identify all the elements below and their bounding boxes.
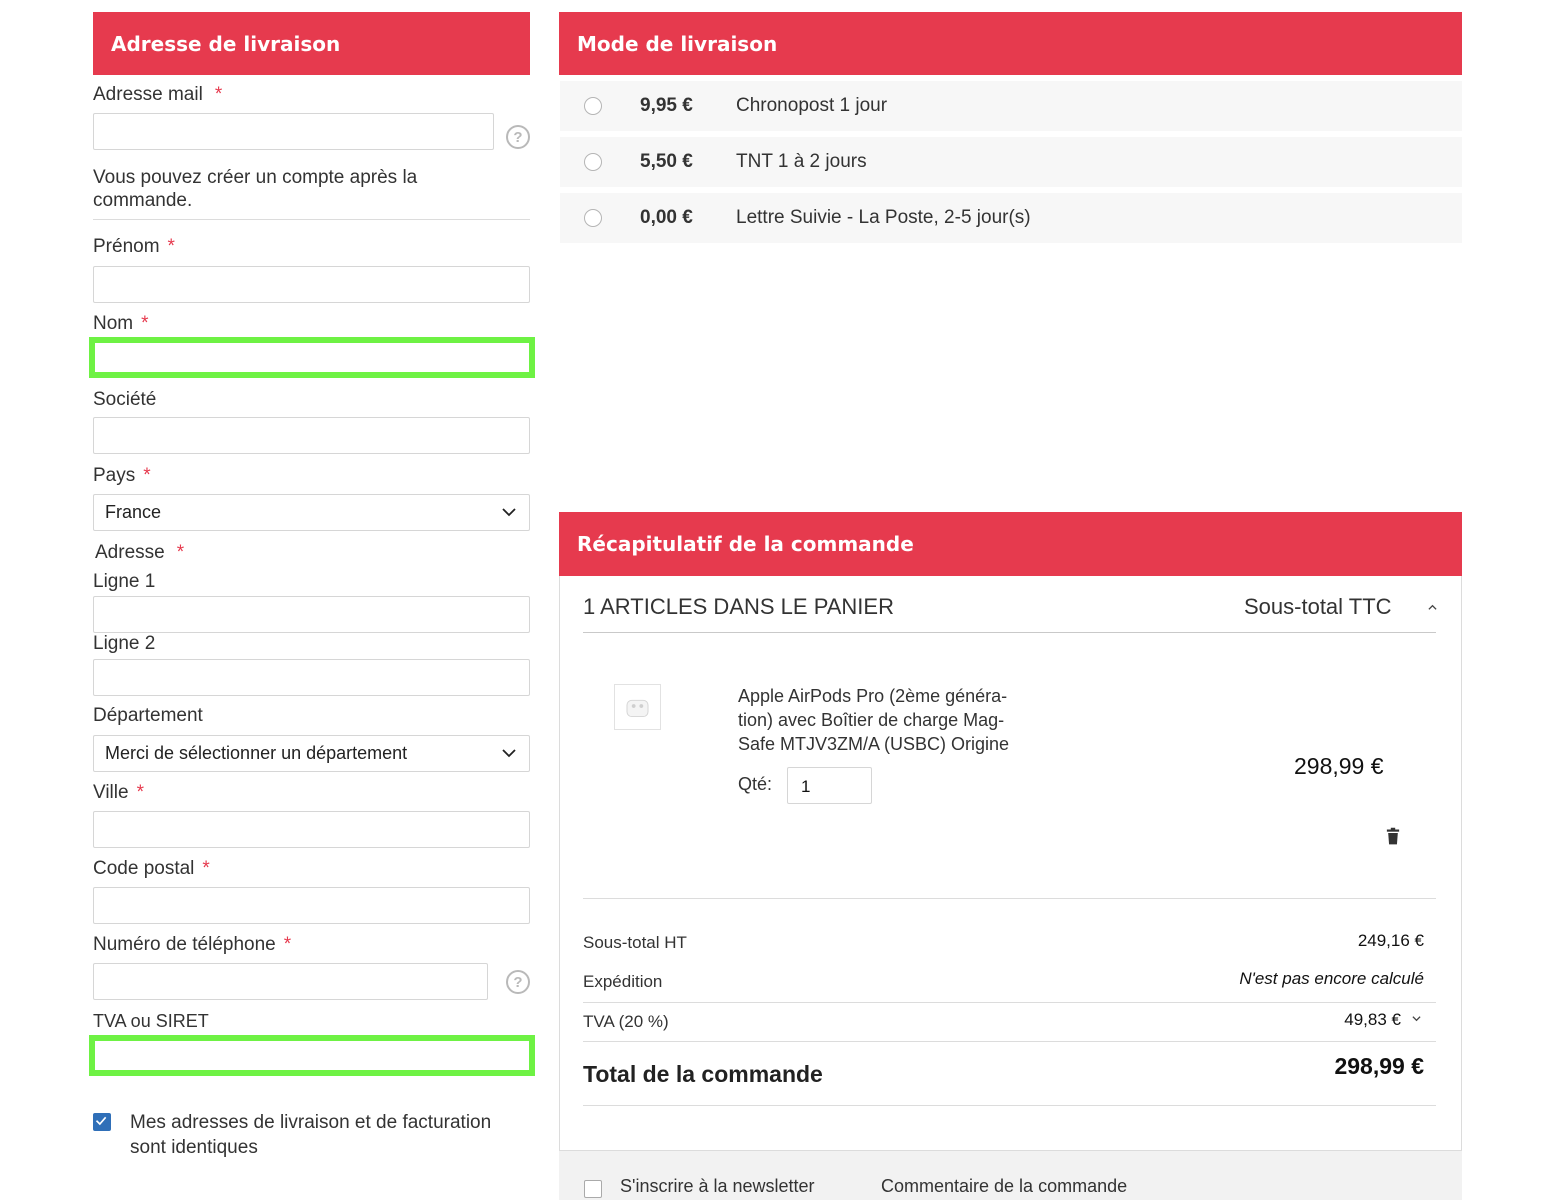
country-select[interactable]: France (93, 494, 530, 531)
shipping-radio[interactable] (584, 153, 602, 171)
vat-divider (583, 1041, 1436, 1042)
product-name[interactable]: Apple AirPods Pro (2ème généra- tion) av… (738, 684, 1009, 756)
same-address-label[interactable]: Mes adresses de livraison et de facturat… (130, 1110, 491, 1160)
shipping-name: TNT 1 à 2 jours (736, 151, 867, 172)
shipping-radio[interactable] (584, 97, 602, 115)
email-help-icon[interactable]: ? (506, 125, 530, 149)
checkmark-icon (95, 1116, 107, 1126)
postcode-field[interactable] (93, 887, 530, 924)
address-label: Adresse * (95, 542, 185, 563)
firstname-label: Prénom * (93, 236, 175, 257)
department-label: Département (93, 705, 203, 726)
shipping-option[interactable]: 9,95 € Chronopost 1 jour (560, 81, 1462, 131)
shipping-divider (583, 1002, 1436, 1003)
airpods-image-icon (626, 699, 649, 718)
product-divider (583, 898, 1436, 899)
chevron-up-icon[interactable] (1428, 603, 1437, 612)
chevron-down-icon (502, 749, 516, 758)
total-divider (583, 1105, 1436, 1106)
company-field[interactable] (93, 417, 530, 454)
newsletter-label[interactable]: S'inscrire à la newsletter (620, 1176, 815, 1197)
subtotal-ttc-label[interactable]: Sous-total TTC (1244, 594, 1392, 620)
cart-header-divider (583, 632, 1436, 633)
order-total-value: 298,99 € (1334, 1053, 1424, 1079)
city-label: Ville * (93, 782, 144, 803)
shipping-price: 5,50 € (640, 151, 693, 172)
shipping-mode-header: Mode de livraison (559, 12, 1462, 75)
email-label: Adresse mail * (93, 84, 223, 105)
email-field[interactable] (93, 113, 494, 150)
quantity-field[interactable]: 1 (787, 767, 872, 804)
quantity-label: Qté: (738, 774, 773, 794)
vat-value: 49,83 € (1344, 1010, 1401, 1029)
firstname-field[interactable] (93, 266, 530, 303)
shipping-option[interactable]: 0,00 € Lettre Suivie - La Poste, 2-5 jou… (560, 193, 1462, 243)
shipping-price: 0,00 € (640, 207, 693, 228)
shipping-cost-label: Expédition (583, 972, 663, 991)
same-address-checkbox[interactable] (93, 1113, 111, 1131)
shipping-name: Lettre Suivie - La Poste, 2-5 jour(s) (736, 207, 1031, 228)
product-thumbnail[interactable] (614, 684, 661, 730)
address-line2-label: Ligne 2 (93, 633, 156, 654)
chevron-down-icon (502, 508, 516, 517)
address-line1-field[interactable] (93, 596, 530, 633)
delivery-address-title: Adresse de livraison (111, 31, 341, 56)
delivery-address-header: Adresse de livraison (93, 12, 530, 75)
shipping-radio[interactable] (584, 209, 602, 227)
order-total-label: Total de la commande (583, 1061, 823, 1087)
subtotal-ht-label: Sous-total HT (583, 933, 687, 952)
vat-label: TVA (20 %) (583, 1012, 669, 1031)
cart-items-count[interactable]: 1 ARTICLES DANS LE PANIER (583, 594, 894, 620)
trash-icon[interactable] (1386, 827, 1400, 846)
company-label: Société (93, 389, 157, 410)
shipping-option[interactable]: 5,50 € TNT 1 à 2 jours (560, 137, 1462, 187)
shipping-mode-title: Mode de livraison (577, 31, 778, 56)
order-comment-label[interactable]: Commentaire de la commande (881, 1176, 1127, 1197)
phone-label: Numéro de téléphone * (93, 934, 292, 955)
product-price: 298,99 € (1294, 753, 1384, 779)
vat-siret-field[interactable] (89, 1035, 535, 1076)
department-select[interactable]: Merci de sélectionner un département (93, 735, 530, 772)
chevron-down-icon[interactable] (1412, 1014, 1421, 1023)
newsletter-checkbox[interactable] (584, 1180, 602, 1198)
order-summary-header: Récapitulatif de la commande (559, 512, 1462, 576)
address-line1-label: Ligne 1 (93, 571, 156, 592)
country-label: Pays * (93, 465, 151, 486)
phone-help-icon[interactable]: ? (506, 970, 530, 994)
shipping-price: 9,95 € (640, 95, 693, 116)
address-line2-field[interactable] (93, 659, 530, 696)
order-summary-box (559, 576, 1462, 1200)
vat-siret-label: TVA ou SIRET (93, 1011, 209, 1031)
postcode-label: Code postal * (93, 858, 210, 879)
lastname-label: Nom * (93, 313, 149, 334)
city-field[interactable] (93, 811, 530, 848)
shipping-cost-value: N'est pas encore calculé (1239, 969, 1424, 988)
subtotal-ht-value: 249,16 € (1357, 931, 1424, 950)
lastname-field[interactable] (89, 337, 535, 378)
account-info-text: Vous pouvez créer un compte après la com… (93, 167, 418, 211)
account-info-divider (93, 219, 530, 220)
phone-field[interactable] (93, 963, 488, 1000)
shipping-name: Chronopost 1 jour (736, 95, 888, 116)
order-summary-title: Récapitulatif de la commande (577, 532, 914, 556)
